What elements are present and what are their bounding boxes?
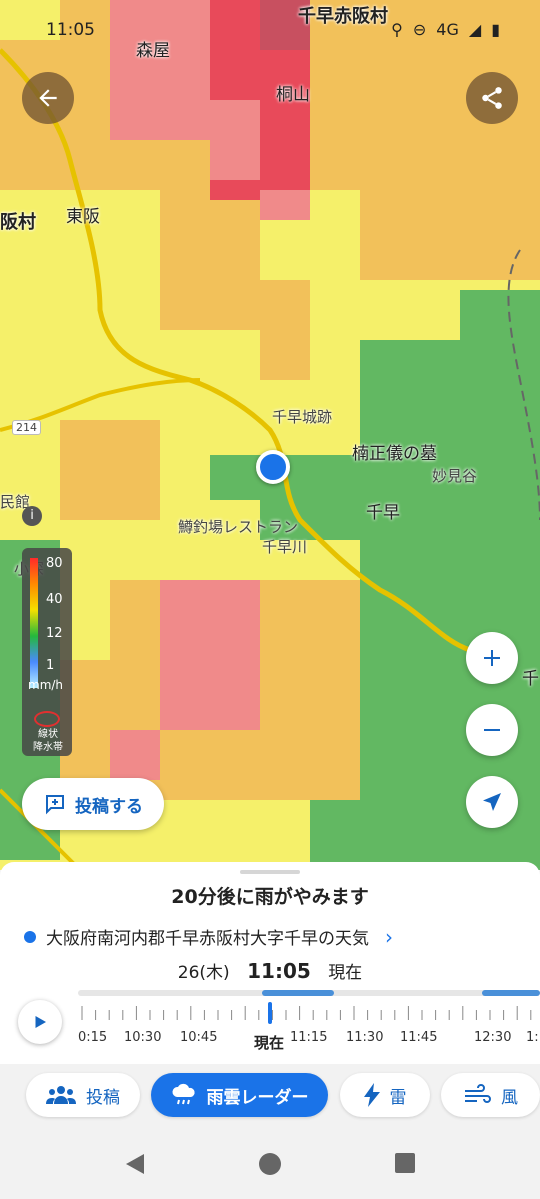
route-214-sign: 214 [12, 420, 41, 435]
map-label-chihaya-akasaka: 千早赤阪村 [298, 6, 388, 27]
play-button[interactable] [18, 1000, 62, 1044]
location-link[interactable]: 大阪府南河内郡千早赤阪村大字千早の天気 › [24, 924, 393, 949]
status-bar: 11:05 ⚲ ⊖ 4G ◢ ▮ [0, 0, 540, 60]
feature-tabs: 投稿 雨雲レーダー 雷 風 [0, 1064, 540, 1130]
legend-tick-80: 80 [46, 556, 63, 571]
location-dot-icon [24, 930, 36, 943]
tab-wind[interactable]: 風 [441, 1073, 540, 1117]
status-time: 11:05 [46, 20, 95, 40]
navigation-arrow-icon [483, 793, 501, 811]
radar-overlay [0, 0, 540, 870]
play-icon [35, 1016, 46, 1028]
legend-color-bar [30, 558, 38, 688]
system-navigation-bar [0, 1130, 540, 1199]
tab-lightning[interactable]: 雷 [340, 1073, 430, 1117]
timeline-label-8: 1: [526, 1030, 539, 1045]
back-button[interactable] [22, 72, 74, 124]
linear-band-icon [34, 711, 60, 727]
legend-tick-40: 40 [46, 592, 63, 607]
battery-icon: ▮ [491, 20, 500, 39]
post-button-label: 投稿する [75, 796, 143, 817]
tab-wind-label: 風 [501, 1087, 518, 1108]
map-label-kusunoki-tomb[interactable]: 楠正儀の墓 [352, 439, 437, 464]
timeline-ticks [81, 1006, 532, 1020]
sheet-handle[interactable] [240, 870, 300, 874]
tab-rain-radar-label: 雨雲レーダー [206, 1087, 309, 1108]
tab-posts[interactable]: 投稿 [26, 1073, 140, 1117]
network-label: 4G [436, 20, 459, 39]
my-location-button[interactable] [466, 776, 518, 828]
current-time: 11:05 [247, 959, 311, 983]
timeline-label-1: 0:15 [78, 1030, 108, 1045]
people-icon [46, 1086, 76, 1104]
tab-posts-label: 投稿 [86, 1087, 120, 1108]
location-name: 大阪府南河内郡千早赤阪村大字千早の天気 [46, 929, 369, 949]
arrow-left-icon [39, 89, 57, 107]
legend-tick-12: 12 [46, 626, 63, 641]
rain-cloud-icon [171, 1083, 195, 1105]
timeline-label-5: 11:30 [346, 1030, 384, 1045]
comment-add-icon [46, 795, 64, 815]
legend-tick-1: 1 [46, 658, 55, 673]
location-pin-icon: ⚲ [391, 20, 403, 39]
rain-radar-map[interactable]: 11:05 ⚲ ⊖ 4G ◢ ▮ 千早赤阪村 森屋 桐山 東阪 阪村 千早城跡 … [0, 0, 540, 870]
time-slider[interactable]: 0:15 10:30 10:45 現在 11:15 11:30 11:45 12… [78, 988, 540, 1058]
map-label-right-edge: 千 [522, 669, 539, 689]
legend-unit: mm/h [28, 678, 64, 692]
signal-icon: ◢ [468, 20, 482, 39]
current-location-marker [256, 450, 290, 484]
info-icon[interactable]: i [22, 506, 42, 526]
map-label-akasaka-mura: 阪村 [0, 212, 36, 233]
map-label-kiriyama: 桐山 [276, 85, 310, 105]
wind-icon [465, 1084, 491, 1103]
legend-band-note-line1: 線状 [38, 729, 58, 740]
home-circle-icon[interactable] [258, 1152, 282, 1176]
plus-icon [484, 650, 500, 666]
legend-band-note-line2: 降水帯 [33, 742, 63, 753]
map-label-moriya: 森屋 [136, 41, 170, 61]
current-time-row: 26(木) 11:05 現在 [0, 958, 540, 983]
tab-lightning-label: 雷 [389, 1087, 407, 1108]
zoom-out-button[interactable] [466, 704, 518, 756]
timeline-label-6: 11:45 [400, 1030, 438, 1045]
map-label-myokendani: 妙見谷 [432, 467, 478, 485]
timeline-cursor[interactable] [268, 1002, 272, 1024]
timeline-label-4: 11:15 [290, 1030, 328, 1045]
map-label-restaurant[interactable]: 鱒釣場レストラン [178, 516, 298, 537]
current-time-suffix: 現在 [328, 963, 363, 983]
timeline-label-2: 10:30 [124, 1030, 162, 1045]
rain-forecast-headline: 20分後に雨がやみます [171, 886, 369, 908]
status-icons: ⚲ ⊖ 4G ◢ ▮ [391, 20, 500, 39]
zoom-in-button[interactable] [466, 632, 518, 684]
share-button[interactable] [466, 72, 518, 124]
map-label-chihaya-castle[interactable]: 千早城跡 [272, 406, 332, 427]
map-label-chihaya-river: 千早川 [262, 538, 308, 556]
back-triangle-icon[interactable] [124, 1152, 146, 1176]
timeline-now-label: 現在 [254, 1034, 285, 1052]
post-button[interactable]: 投稿する [22, 778, 164, 830]
recents-square-icon[interactable] [394, 1152, 416, 1174]
map-label-higashisaka: 東阪 [66, 207, 100, 227]
current-date: 26(木) [177, 963, 230, 983]
lightning-icon [363, 1083, 380, 1107]
dnd-icon: ⊖ [412, 20, 427, 39]
timeline-label-3: 10:45 [180, 1030, 218, 1045]
share-icon [482, 87, 502, 109]
minus-icon [484, 729, 500, 731]
legend-band-note: 線状 降水帯 [26, 728, 70, 754]
tab-rain-radar[interactable]: 雨雲レーダー [151, 1073, 328, 1117]
chevron-right-icon: › [385, 924, 393, 949]
rain-intensity-legend: 80 40 12 1 mm/h 線状 降水帯 [22, 548, 72, 756]
map-label-chihaya: 千早 [366, 503, 400, 523]
timeline-label-7: 12:30 [474, 1030, 512, 1045]
